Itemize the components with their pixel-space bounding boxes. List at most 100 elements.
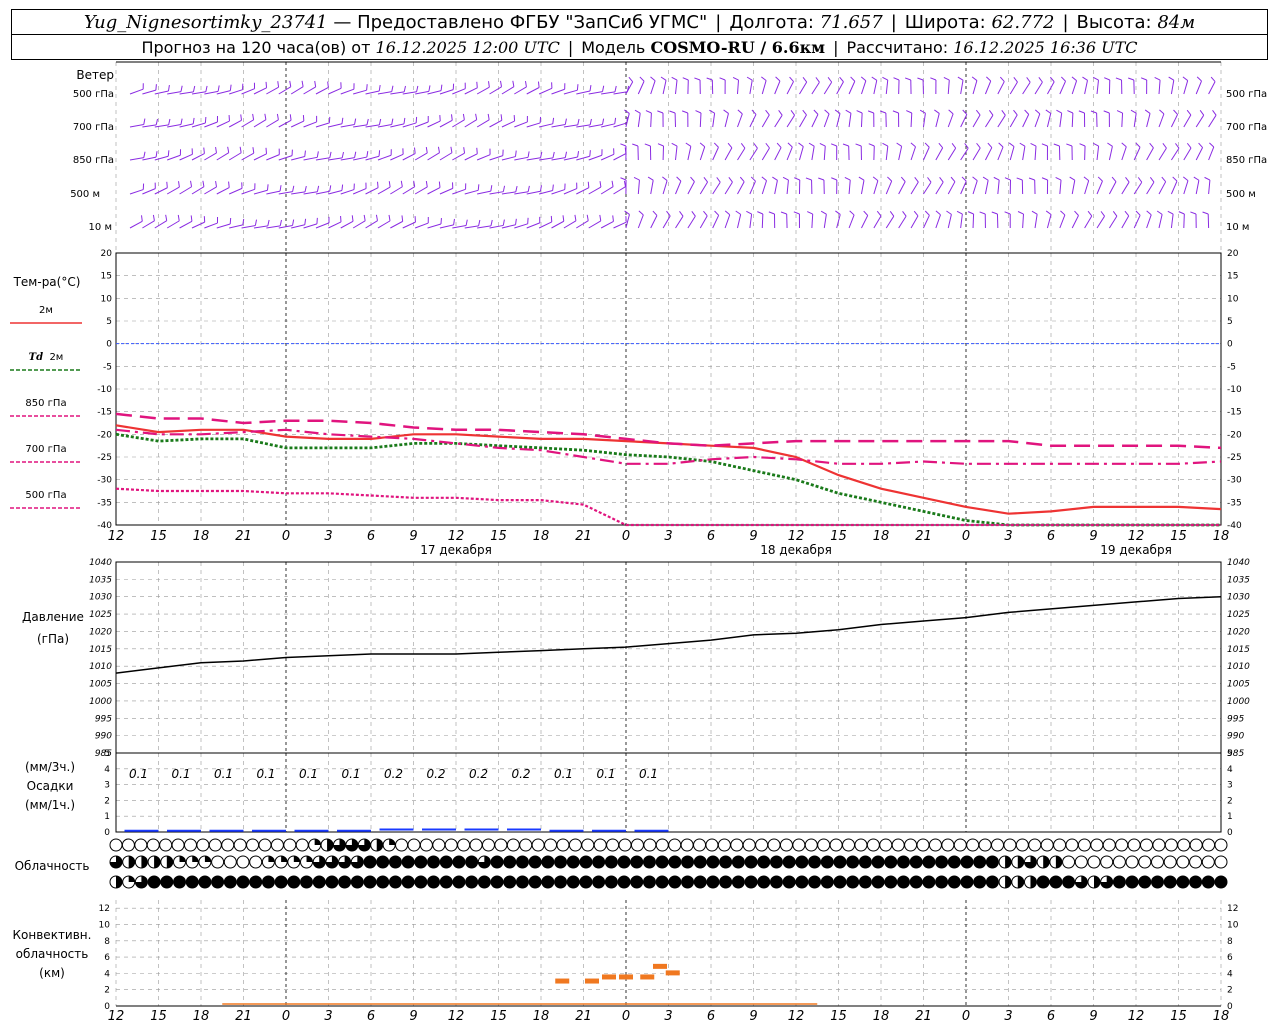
conv-tick-right: 8 — [1227, 937, 1233, 947]
cloud-fill — [313, 876, 326, 888]
precip-value-label: 0.1 — [554, 767, 573, 781]
wind-barb — [526, 190, 541, 195]
wind-barb — [613, 153, 627, 161]
wind-barb-flag — [377, 181, 379, 188]
time-tick-label-bottom: 3 — [664, 1009, 672, 1024]
wind-barb — [786, 146, 793, 161]
cloud-symbol — [866, 838, 880, 852]
wind-barb-flag — [1135, 210, 1141, 216]
wind-barb — [452, 119, 465, 128]
wind-barb-flag — [1060, 76, 1066, 82]
wind-barb-flag — [694, 77, 701, 81]
cloud-fill — [1189, 876, 1202, 888]
cloud-fill — [300, 876, 313, 888]
wind-barb-flag — [1125, 176, 1130, 183]
wind-barb-flag — [316, 151, 319, 158]
cloud-fill — [833, 856, 846, 868]
wind-barb — [576, 90, 591, 95]
cloud-symbol — [717, 838, 731, 852]
cloud-fill — [1043, 856, 1050, 868]
wind-barb-flag — [986, 76, 992, 82]
wind-barb — [972, 114, 981, 128]
cloud-fill — [694, 876, 707, 888]
wind-barb-flag — [366, 151, 369, 158]
wind-barb — [427, 120, 441, 128]
wind-barb — [340, 88, 355, 95]
pressure-tick-right: 1000 — [1227, 697, 1250, 707]
wind-barb — [204, 152, 217, 161]
cloud-symbol — [742, 838, 756, 852]
precip-value-label: 0.1 — [171, 767, 190, 781]
wind-barb — [1195, 180, 1200, 195]
cloud-symbol — [270, 838, 284, 852]
cloud-symbol — [804, 838, 818, 852]
wind-barb — [848, 81, 856, 95]
wind-barb-flag — [746, 210, 752, 215]
wind-barb-flag — [676, 176, 682, 182]
wind-barb — [873, 215, 882, 229]
cloud-fill — [281, 856, 288, 862]
wind-barb — [514, 191, 529, 195]
wind-barb-flag — [476, 81, 478, 88]
wind-barb — [774, 80, 781, 95]
wind-barb — [526, 222, 540, 229]
wind-barb — [303, 191, 318, 195]
cloud-symbol — [668, 838, 682, 852]
wind-barb-flag — [265, 81, 268, 88]
wind-barb — [737, 147, 746, 161]
wind-barb-flag — [746, 76, 753, 81]
wind-barb-flag — [1115, 77, 1122, 81]
wind-barb-flag — [391, 118, 394, 125]
wind-barb — [823, 81, 833, 95]
wind-barb — [576, 220, 589, 229]
wind-barb — [489, 86, 502, 95]
cloud-fill — [402, 856, 415, 868]
wind-barb — [129, 88, 144, 95]
wind-barb — [1022, 114, 1030, 128]
cloud-fill — [1055, 856, 1062, 868]
wind-barb-flag — [450, 146, 453, 153]
wind-barb — [699, 146, 706, 161]
wind-barb — [1121, 181, 1130, 195]
cloud-fill — [884, 856, 897, 868]
cloud-symbol — [966, 838, 980, 852]
wind-barb — [253, 87, 267, 95]
wind-barb — [935, 181, 944, 195]
wind-barb — [588, 220, 602, 229]
wind-barb — [253, 225, 268, 229]
wind-barb-flag — [587, 181, 590, 188]
wind-barb — [737, 113, 743, 128]
wind-barb — [811, 81, 820, 95]
wind-barb — [1108, 146, 1113, 161]
wind-barb — [774, 114, 783, 128]
wind-barb — [823, 113, 830, 128]
wind-barb-flag — [167, 85, 170, 92]
time-tick-label-bottom: 6 — [707, 1009, 715, 1024]
pressure-tick-right: 1025 — [1227, 610, 1250, 620]
wind-barb — [699, 181, 709, 195]
wind-barb — [328, 157, 343, 161]
cloud-fill — [960, 856, 973, 868]
wind-barb-flag — [400, 180, 403, 187]
wind-barb-flag — [289, 80, 292, 87]
wind-barb-flag — [155, 151, 158, 158]
conv-bar — [653, 963, 667, 969]
cloud-symbol — [223, 855, 237, 869]
wind-barb — [427, 152, 440, 161]
wind-barb-flag — [502, 185, 506, 192]
wind-barb — [328, 221, 342, 229]
cloud-symbol — [432, 838, 446, 852]
wind-barb — [960, 214, 963, 229]
wind-barb-flag — [896, 142, 902, 147]
conv-tick-right: 4 — [1227, 969, 1233, 979]
wind-barb-flag — [620, 177, 627, 181]
cloud-fill — [116, 876, 122, 888]
wind-barb-flag — [703, 210, 708, 217]
cloud-symbol — [755, 838, 769, 852]
cloud-fill — [897, 876, 910, 888]
wind-barb-flag — [155, 118, 159, 125]
wind-barb — [761, 114, 770, 128]
wind-barb — [972, 213, 975, 229]
cloud-symbol — [1074, 855, 1088, 869]
wind-barb — [352, 220, 366, 229]
